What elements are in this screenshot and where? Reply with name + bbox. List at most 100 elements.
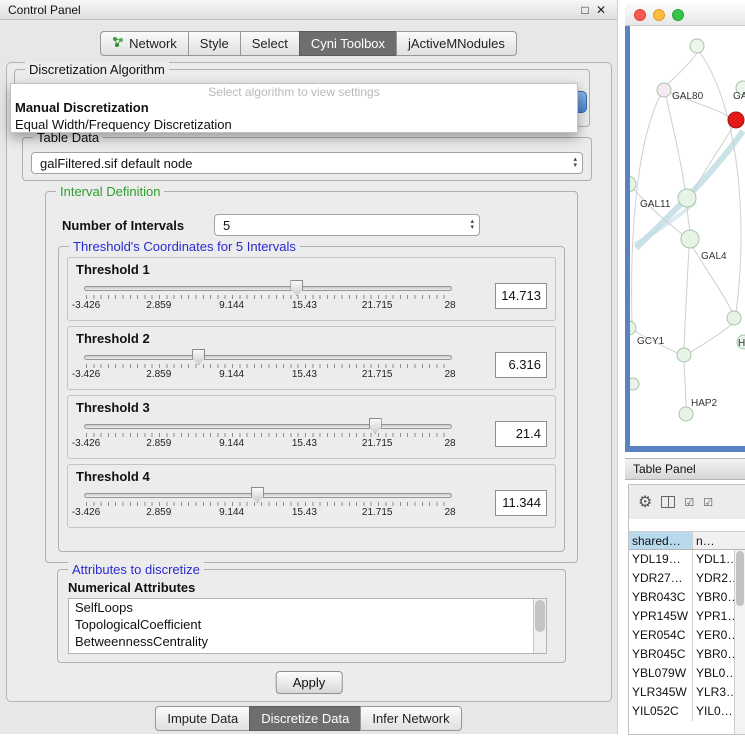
table-row[interactable]: YDR27…YDR2… <box>629 569 745 588</box>
table-row[interactable]: YER054CYER0… <box>629 626 745 645</box>
network-node[interactable] <box>690 39 704 53</box>
threshold-value-field[interactable]: 14.713 <box>495 283 547 309</box>
table-scrollbar[interactable] <box>734 550 745 734</box>
columns-icon[interactable] <box>661 496 675 508</box>
table-cell: YPR145W <box>629 607 693 626</box>
table-row[interactable]: YDL19…YDL1… <box>629 550 745 569</box>
list-scrollbar[interactable] <box>533 599 546 653</box>
tab-jactivemnodules[interactable]: jActiveMNodules <box>396 31 517 56</box>
network-view-window: GAL80GAGAL11GAL4GCY1HHAP2 <box>625 4 745 452</box>
float-window-icon[interactable]: □ <box>577 3 593 17</box>
zoom-icon[interactable] <box>672 9 684 21</box>
threshold-slider[interactable]: -3.4262.8599.14415.4321.71528 <box>84 278 452 314</box>
tick-label: 21.715 <box>362 507 393 518</box>
combo-stepper-icon: ▴ ▾ <box>470 219 474 231</box>
table-cell: YDR27… <box>629 569 693 588</box>
network-node[interactable] <box>681 230 699 248</box>
threshold-slider[interactable]: -3.4262.8599.14415.4321.71528 <box>84 485 452 521</box>
threshold-value-field[interactable]: 11.344 <box>495 490 547 516</box>
network-node[interactable] <box>727 311 741 325</box>
select-none-icon[interactable]: ☑ <box>703 496 713 509</box>
table-panel-header: Table Panel <box>625 458 745 480</box>
tick-label: 28 <box>444 438 455 449</box>
table-row[interactable]: YBL079WYBL0… <box>629 664 745 683</box>
window-title: Control Panel <box>8 3 577 17</box>
network-node[interactable] <box>630 378 639 390</box>
threshold-slider[interactable]: -3.4262.8599.14415.4321.71528 <box>84 416 452 452</box>
slider-ticks <box>86 295 450 299</box>
tab-select[interactable]: Select <box>240 31 299 56</box>
threshold-list: Threshold 1 -3.4262.8599.14415.4321.71528… <box>59 247 564 528</box>
option-manual-discretization[interactable]: Manual Discretization <box>11 99 577 116</box>
table-body: YDL19…YDL1…YDR27…YDR2…YBR043CYBR0…YPR145… <box>629 550 745 721</box>
threshold-value-field[interactable]: 6.316 <box>495 352 547 378</box>
select-all-icon[interactable]: ☑ <box>684 496 694 509</box>
tab-label: Network <box>129 36 177 51</box>
scrollbar-thumb[interactable] <box>535 600 545 632</box>
tab-cyni-toolbox[interactable]: Cyni Toolbox <box>299 31 396 56</box>
tab-infer-network[interactable]: Infer Network <box>360 706 461 731</box>
list-item-selfloops[interactable]: SelfLoops <box>69 599 546 616</box>
list-item-betweennesscentrality[interactable]: BetweennessCentrality <box>69 633 546 650</box>
list-item-topologicalcoefficient[interactable]: TopologicalCoefficient <box>69 616 546 633</box>
threshold-label: Threshold 1 <box>76 262 547 277</box>
table-row[interactable]: YBR043CYBR0… <box>629 588 745 607</box>
slider-thumb[interactable] <box>369 418 382 434</box>
top-tab-bar: Network Style Select Cyni ToolboxjActiveMNo… <box>0 32 617 56</box>
column-header-name[interactable]: n… <box>693 532 745 549</box>
slider-tick-labels: -3.4262.8599.14415.4321.71528 <box>86 300 450 311</box>
table-cell: YLR345W <box>629 683 693 702</box>
network-edge <box>666 97 685 190</box>
tab-network[interactable]: Network <box>100 31 188 56</box>
table-data-combo[interactable]: galFiltered.sif default node ▴ ▾ <box>31 152 583 174</box>
number-of-intervals-value: 5 <box>223 218 230 233</box>
network-node[interactable] <box>678 189 696 207</box>
threshold-slider[interactable]: -3.4262.8599.14415.4321.71528 <box>84 347 452 383</box>
network-node[interactable] <box>657 83 671 97</box>
slider-ticks <box>86 433 450 437</box>
tick-label: -3.426 <box>72 369 100 380</box>
threshold-label: Threshold 3 <box>76 400 547 415</box>
tick-label: 15.43 <box>292 369 317 380</box>
threshold-box: Threshold 2-3.4262.8599.14415.4321.71528… <box>67 326 556 390</box>
minimize-icon[interactable] <box>653 9 665 21</box>
network-window-titlebar <box>625 4 745 26</box>
tab-discretize-data[interactable]: Discretize Data <box>249 706 360 731</box>
slider-thumb[interactable] <box>192 349 205 365</box>
table-row[interactable]: YPR145WYPR1… <box>629 607 745 626</box>
threshold-row: -3.4262.8599.14415.4321.71528 11.344 <box>76 485 547 521</box>
combo-stepper-icon: ▴ ▾ <box>573 157 577 169</box>
cyni-toolbox-panel: Discretization Algorithm ▴ ▾ Select algo… <box>6 62 612 702</box>
apply-button[interactable]: Apply <box>276 671 343 694</box>
node-label: GAL4 <box>701 251 727 262</box>
network-node[interactable] <box>679 407 693 421</box>
tab-label: Impute Data <box>167 711 238 726</box>
gear-icon[interactable]: ⚙ <box>638 492 652 512</box>
option-equal-width-frequency[interactable]: Equal Width/Frequency Discretization <box>11 116 577 133</box>
tab-label: Select <box>252 36 288 51</box>
close-icon[interactable]: ✕ <box>593 3 609 17</box>
close-icon[interactable] <box>634 9 646 21</box>
column-header-shared-name[interactable]: shared… <box>629 532 693 549</box>
tab-style[interactable]: Style <box>188 31 240 56</box>
slider-thumb[interactable] <box>290 280 303 296</box>
table-row[interactable]: YLR345WYLR3… <box>629 683 745 702</box>
slider-thumb[interactable] <box>251 487 264 503</box>
table-row[interactable]: YIL052CYIL0… <box>629 702 745 721</box>
network-node[interactable] <box>677 348 691 362</box>
algorithm-dropdown-popup: Select algorithm to view settings Manual… <box>10 83 578 133</box>
tick-label: -3.426 <box>72 507 100 518</box>
table-row[interactable]: YBR045CYBR0… <box>629 645 745 664</box>
network-canvas[interactable]: GAL80GAGAL11GAL4GCY1HHAP2 <box>630 26 745 446</box>
table-cell: YBR043C <box>629 588 693 607</box>
table-data-combo-value: galFiltered.sif default node <box>40 156 192 171</box>
tick-label: 28 <box>444 369 455 380</box>
network-node[interactable] <box>630 321 636 335</box>
group-title-thresholds: Threshold's Coordinates for 5 Intervals <box>69 239 300 254</box>
threshold-box: Threshold 1 -3.4262.8599.14415.4321.71528… <box>67 257 556 321</box>
number-of-intervals-combo[interactable]: 5 ▴ ▾ <box>214 214 480 236</box>
network-node[interactable] <box>728 112 744 128</box>
scrollbar-thumb[interactable] <box>736 551 744 606</box>
tab-impute-data[interactable]: Impute Data <box>155 706 249 731</box>
threshold-value-field[interactable]: 21.4 <box>495 421 547 447</box>
